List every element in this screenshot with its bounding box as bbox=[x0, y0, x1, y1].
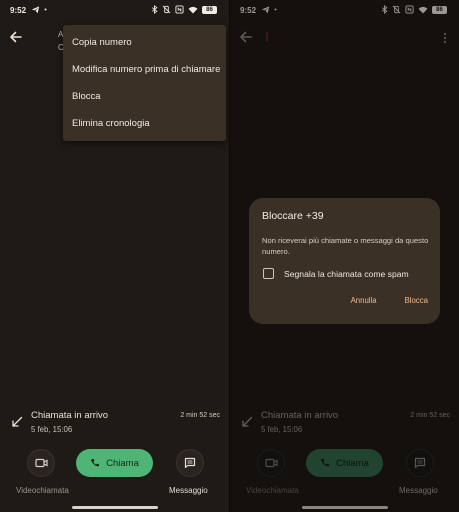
report-spam-option[interactable]: Segnala la chiamata come spam bbox=[263, 268, 409, 279]
report-spam-checkbox[interactable] bbox=[263, 268, 274, 279]
message-button[interactable] bbox=[176, 449, 204, 477]
battery-icon: 86 bbox=[202, 5, 217, 14]
phone-icon bbox=[90, 459, 100, 467]
call-duration: 2 min 52 sec bbox=[180, 412, 220, 419]
nfc-icon bbox=[175, 5, 184, 14]
dialog-title: Bloccare +39 bbox=[262, 210, 324, 222]
screen-right: 9:52 86 Chiamata in arrivo 5 feb, 15:06 … bbox=[230, 0, 459, 512]
bluetooth-icon bbox=[151, 5, 158, 14]
call-date: 5 feb, 15:06 bbox=[31, 425, 73, 434]
block-button[interactable]: Blocca bbox=[405, 296, 428, 305]
report-spam-label: Segnala la chiamata come spam bbox=[284, 268, 409, 279]
block-number-dialog: Bloccare +39 Non riceverai più chiamate … bbox=[249, 198, 440, 324]
menu-item-delete-history[interactable]: Elimina cronologia bbox=[63, 110, 226, 137]
gesture-nav-bar[interactable] bbox=[72, 506, 158, 509]
action-row: Chiama Videochiamata Messaggio bbox=[0, 449, 229, 499]
call-type-label: Chiamata in arrivo bbox=[31, 410, 109, 421]
cancel-button[interactable]: Annulla bbox=[351, 296, 377, 305]
menu-item-block[interactable]: Blocca bbox=[63, 83, 226, 110]
message-label: Messaggio bbox=[169, 486, 208, 495]
telegram-icon bbox=[31, 6, 40, 14]
video-call-label: Videochiamata bbox=[16, 486, 69, 495]
wifi-icon bbox=[188, 6, 198, 13]
dot-icon bbox=[44, 8, 47, 11]
call-log-entry: Chiamata in arrivo 5 feb, 15:06 2 min 52… bbox=[0, 408, 229, 438]
gesture-nav-bar[interactable] bbox=[302, 506, 388, 509]
message-icon bbox=[184, 457, 196, 469]
vibrate-off-icon bbox=[162, 5, 171, 14]
call-button[interactable]: Chiama bbox=[76, 449, 153, 477]
status-time: 9:52 bbox=[10, 6, 27, 15]
video-call-button[interactable] bbox=[27, 449, 55, 477]
call-button-label: Chiama bbox=[106, 457, 139, 469]
menu-item-copy-number[interactable]: Copia numero bbox=[63, 29, 226, 56]
menu-item-edit-number[interactable]: Modifica numero prima di chiamare bbox=[63, 56, 226, 83]
dialog-message: Non riceverai più chiamate o messaggi da… bbox=[262, 236, 429, 256]
screen-left: 9:52 86 A C Chiamata in arrivo 5 feb, 15… bbox=[0, 0, 229, 512]
video-camera-icon bbox=[34, 458, 48, 468]
incoming-call-arrow-icon bbox=[12, 416, 23, 427]
overflow-menu: Copia numero Modifica numero prima di ch… bbox=[63, 25, 226, 141]
back-arrow-icon[interactable] bbox=[9, 30, 23, 44]
status-bar: 9:52 86 bbox=[0, 4, 229, 18]
